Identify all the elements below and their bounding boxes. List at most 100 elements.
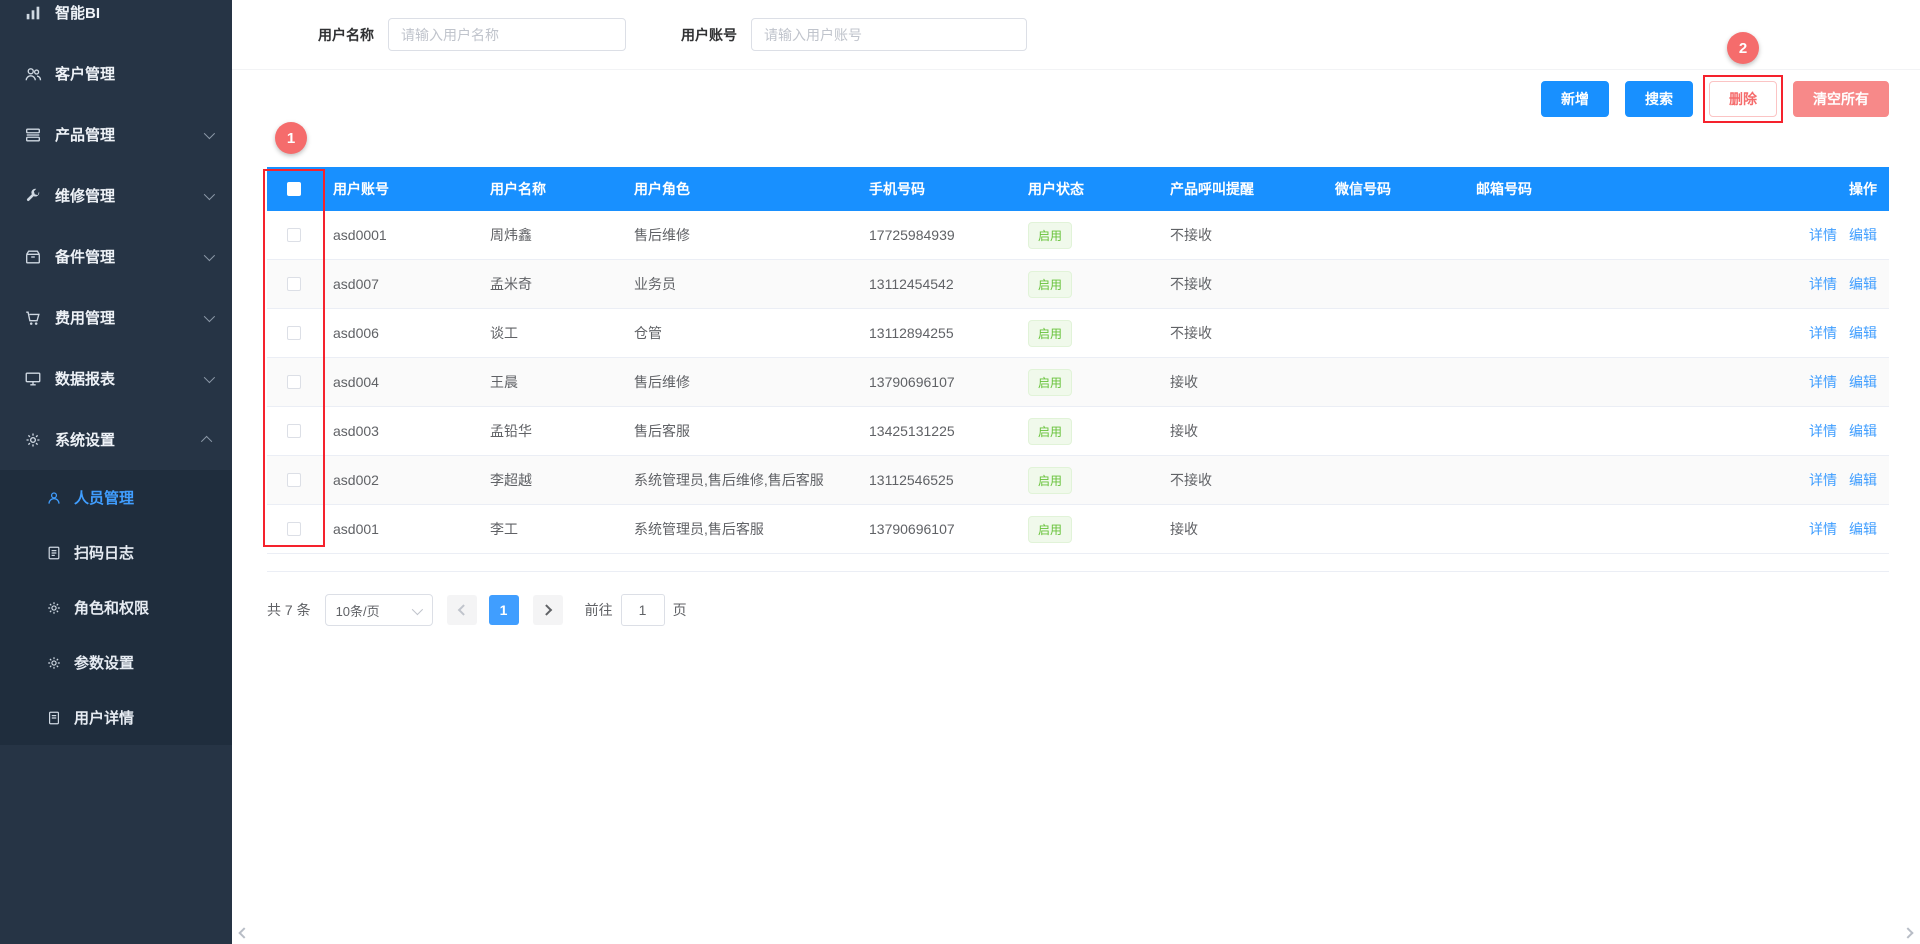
- sidebar-subitem-roles-permissions[interactable]: 角色和权限: [0, 580, 232, 635]
- next-page-button[interactable]: [533, 595, 563, 625]
- sidebar-item-customers[interactable]: 客户管理: [0, 43, 232, 104]
- cell-name: 谈工: [478, 323, 622, 343]
- document-list-icon: [46, 545, 62, 561]
- status-badge: 启用: [1028, 418, 1072, 445]
- sidebar: 智能BI 客户管理 产品管理 维修管理 备件管理: [0, 0, 232, 944]
- row-checkbox[interactable]: [287, 228, 301, 242]
- account-label: 用户账号: [681, 25, 737, 45]
- cell-name: 孟米奇: [478, 274, 622, 294]
- sidebar-item-expenses[interactable]: 费用管理: [0, 287, 232, 348]
- document-icon: [46, 710, 62, 726]
- chevron-down-icon: [204, 127, 215, 138]
- detail-link[interactable]: 详情: [1809, 323, 1837, 343]
- scroll-right-icon[interactable]: [1902, 927, 1913, 938]
- sidebar-subitem-label: 人员管理: [74, 487, 134, 508]
- add-button[interactable]: 新增: [1541, 81, 1609, 117]
- sidebar-subitem-label: 角色和权限: [74, 597, 149, 618]
- col-role: 用户角色: [622, 179, 857, 199]
- sidebar-item-bi[interactable]: 智能BI: [0, 0, 232, 43]
- detail-link[interactable]: 详情: [1809, 274, 1837, 294]
- cell-name: 孟铅华: [478, 421, 622, 441]
- cell-account: asd004: [321, 374, 478, 390]
- username-label: 用户名称: [318, 25, 374, 45]
- edit-link[interactable]: 编辑: [1849, 225, 1877, 245]
- cell-role: 售后维修: [622, 225, 857, 245]
- users-table: 用户账号 用户名称 用户角色 手机号码 用户状态 产品呼叫提醒 微信号码 邮箱号…: [267, 167, 1889, 572]
- cell-account: asd007: [321, 276, 478, 292]
- edit-link[interactable]: 编辑: [1849, 421, 1877, 441]
- edit-link[interactable]: 编辑: [1849, 519, 1877, 539]
- sidebar-item-spare-parts[interactable]: 备件管理: [0, 226, 232, 287]
- sidebar-subitem-parameters[interactable]: 参数设置: [0, 635, 232, 690]
- sidebar-item-reports[interactable]: 数据报表: [0, 348, 232, 409]
- cell-role: 系统管理员,售后客服: [622, 519, 857, 539]
- sidebar-subitem-label: 参数设置: [74, 652, 134, 673]
- cell-account: asd002: [321, 472, 478, 488]
- edit-link[interactable]: 编辑: [1849, 372, 1877, 392]
- detail-link[interactable]: 详情: [1809, 470, 1837, 490]
- row-checkbox[interactable]: [287, 473, 301, 487]
- cell-notify: 接收: [1158, 372, 1323, 392]
- product-list-icon: [24, 126, 42, 144]
- detail-link[interactable]: 详情: [1809, 519, 1837, 539]
- edit-link[interactable]: 编辑: [1849, 470, 1877, 490]
- annotation-step-2: 2: [1727, 32, 1759, 64]
- select-all-checkbox[interactable]: [287, 182, 301, 196]
- delete-button[interactable]: 删除: [1709, 81, 1777, 117]
- gear-icon: [46, 600, 62, 616]
- sidebar-item-repair[interactable]: 维修管理: [0, 165, 232, 226]
- cell-notify: 不接收: [1158, 225, 1323, 245]
- detail-link[interactable]: 详情: [1809, 372, 1837, 392]
- row-checkbox[interactable]: [287, 326, 301, 340]
- sidebar-subitem-personnel[interactable]: 人员管理: [0, 470, 232, 525]
- sidebar-item-label: 产品管理: [55, 124, 115, 145]
- cell-role: 系统管理员,售后维修,售后客服: [622, 470, 857, 490]
- goto-label: 前往: [585, 600, 613, 620]
- sidebar-subitem-scan-log[interactable]: 扫码日志: [0, 525, 232, 580]
- chevron-down-icon: [411, 604, 422, 615]
- bar-chart-icon: [24, 4, 42, 22]
- row-checkbox[interactable]: [287, 375, 301, 389]
- username-input[interactable]: [388, 18, 626, 51]
- cell-notify: 不接收: [1158, 470, 1323, 490]
- detail-link[interactable]: 详情: [1809, 421, 1837, 441]
- goto-page-input[interactable]: [621, 594, 665, 626]
- sidebar-item-products[interactable]: 产品管理: [0, 104, 232, 165]
- cell-phone: 13425131225: [857, 423, 1016, 439]
- chevron-right-icon: [541, 604, 552, 615]
- status-badge: 启用: [1028, 222, 1072, 249]
- cell-role: 仓管: [622, 323, 857, 343]
- cell-phone: 17725984939: [857, 227, 1016, 243]
- cell-name: 王晨: [478, 372, 622, 392]
- scroll-left-icon[interactable]: [238, 927, 249, 938]
- settings-submenu: 人员管理 扫码日志 角色和权限 参数设置 用户详情: [0, 470, 232, 745]
- page-size-select[interactable]: 10条/页: [325, 594, 433, 626]
- account-input[interactable]: [751, 18, 1027, 51]
- status-badge: 启用: [1028, 467, 1072, 494]
- detail-link[interactable]: 详情: [1809, 225, 1837, 245]
- col-account: 用户账号: [321, 179, 478, 199]
- sidebar-subitem-label: 用户详情: [74, 707, 134, 728]
- clear-all-button[interactable]: 清空所有: [1793, 81, 1889, 117]
- status-badge: 启用: [1028, 271, 1072, 298]
- sidebar-subitem-label: 扫码日志: [74, 542, 134, 563]
- row-checkbox[interactable]: [287, 424, 301, 438]
- cell-account: asd001: [321, 521, 478, 537]
- cell-notify: 不接收: [1158, 274, 1323, 294]
- edit-link[interactable]: 编辑: [1849, 274, 1877, 294]
- cell-notify: 不接收: [1158, 323, 1323, 343]
- prev-page-button[interactable]: [447, 595, 477, 625]
- horizontal-scrollbar[interactable]: [232, 926, 1920, 940]
- sidebar-subitem-user-details[interactable]: 用户详情: [0, 690, 232, 745]
- page-number-button[interactable]: 1: [489, 595, 519, 625]
- row-checkbox[interactable]: [287, 277, 301, 291]
- gear-icon: [46, 655, 62, 671]
- cell-phone: 13112454542: [857, 276, 1016, 292]
- sidebar-item-settings[interactable]: 系统设置: [0, 409, 232, 470]
- cell-account: asd006: [321, 325, 478, 341]
- row-checkbox[interactable]: [287, 522, 301, 536]
- cell-phone: 13112894255: [857, 325, 1016, 341]
- gear-icon: [24, 431, 42, 449]
- search-button[interactable]: 搜索: [1625, 81, 1693, 117]
- edit-link[interactable]: 编辑: [1849, 323, 1877, 343]
